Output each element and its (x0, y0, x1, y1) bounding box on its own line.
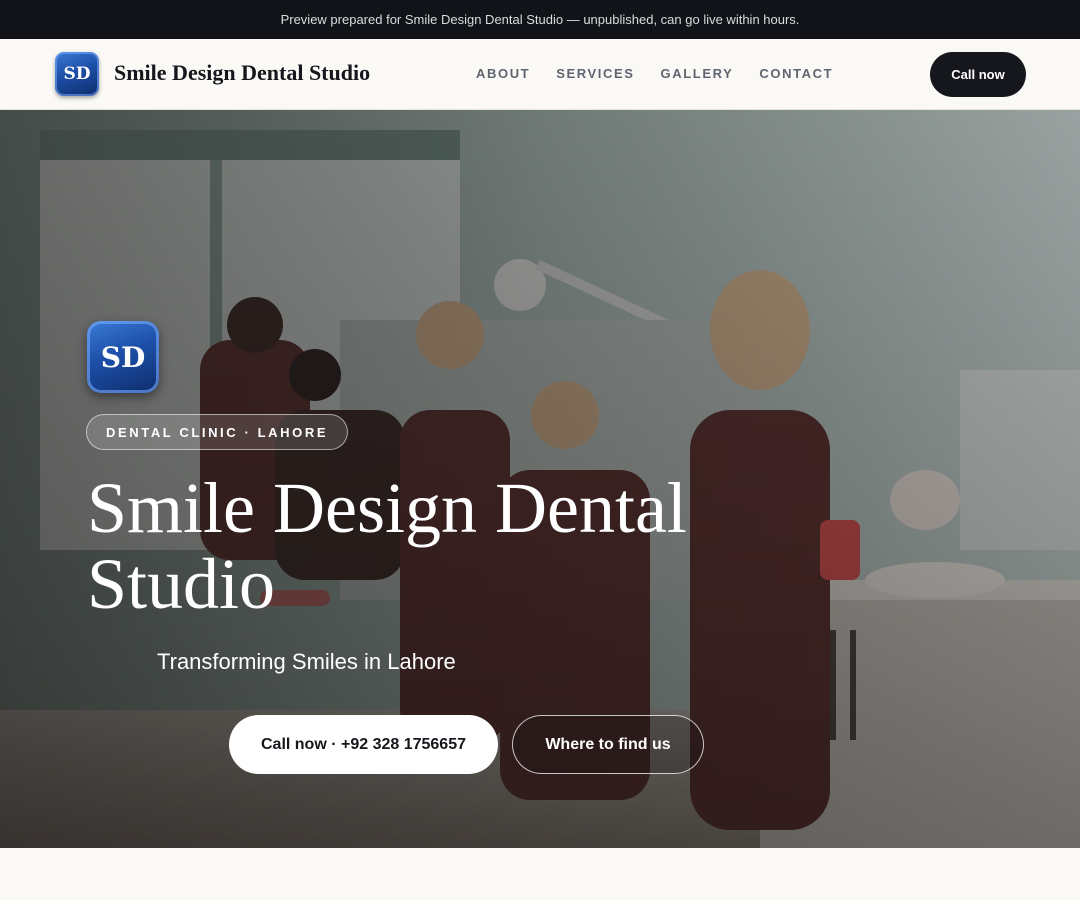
hero-section: SD DENTAL CLINIC · LAHORE Smile Design D… (0, 110, 1080, 848)
nav-item-services[interactable]: SERVICES (556, 66, 634, 81)
preview-banner: Preview prepared for Smile Design Dental… (0, 0, 1080, 39)
brand-name[interactable]: Smile Design Dental Studio (114, 60, 370, 86)
call-phone-button[interactable]: Call now · +92 328 1756657 (229, 715, 498, 774)
logo-icon[interactable]: SD (55, 52, 99, 96)
nav-item-about[interactable]: ABOUT (476, 66, 530, 81)
next-section (0, 848, 1080, 900)
preview-banner-text: Preview prepared for Smile Design Dental… (280, 12, 800, 27)
main-nav: ABOUT SERVICES GALLERY CONTACT (476, 66, 859, 81)
where-to-find-us-button[interactable]: Where to find us (512, 715, 704, 774)
nav-item-contact[interactable]: CONTACT (759, 66, 833, 81)
hero-subtitle: Transforming Smiles in Lahore (157, 649, 456, 674)
nav-item-gallery[interactable]: GALLERY (661, 66, 734, 81)
site-header: SD Smile Design Dental Studio ABOUT SERV… (0, 39, 1080, 110)
hero-title: Smile Design Dental Studio (87, 468, 687, 624)
hero-location-badge: DENTAL CLINIC · LAHORE (86, 414, 349, 450)
hero-logo-icon: SD (87, 321, 159, 393)
call-now-button[interactable]: Call now (930, 52, 1026, 97)
